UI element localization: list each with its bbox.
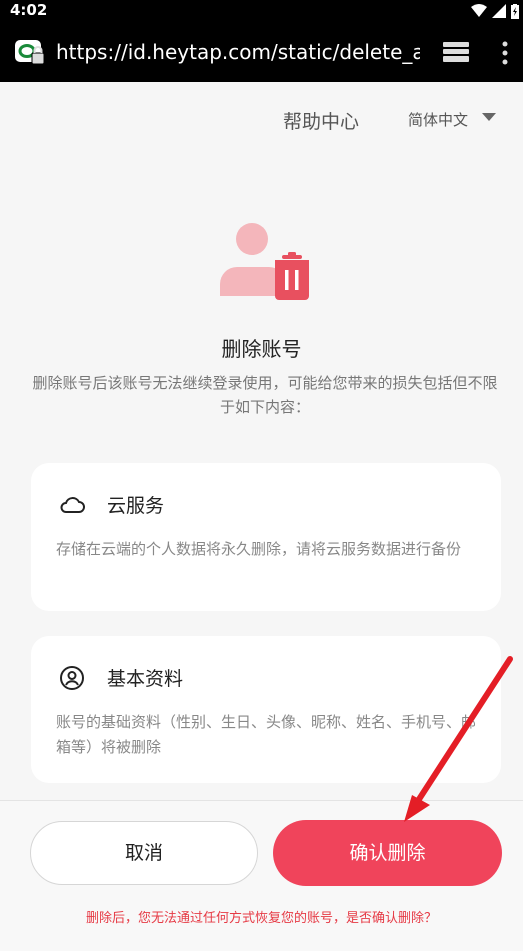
battery-icon [511, 3, 519, 19]
cancel-button[interactable]: 取消 [30, 821, 258, 885]
chevron-down-icon [482, 112, 497, 121]
wifi-icon [471, 4, 487, 17]
page-description: 删除账号后该账号无法继续登录使用，可能给您带来的损失包括但不限于如下内容： [32, 374, 498, 416]
url-text[interactable]: https://id.heytap.com/static/delete_acco [56, 39, 420, 65]
status-icons [471, 3, 519, 19]
status-time: 4:02 [10, 1, 48, 19]
card-header: 云服务 [59, 491, 164, 518]
language-label: 简体中文 [408, 111, 469, 129]
browser-url-bar: https://id.heytap.com/static/delete_acco [0, 22, 523, 82]
bottom-action-bar: 取消 确认删除 删除后，您无法通过任何方式恢复您的账号，是否确认删除？ [0, 800, 523, 951]
confirm-delete-button[interactable]: 确认删除 [273, 820, 502, 886]
signal-icon [492, 4, 506, 18]
delete-account-icon [220, 223, 309, 300]
card-body: 账号的基础资料（性别、生日、头像、昵称、姓名、手机号、邮箱等）将被删除 [56, 713, 477, 756]
delete-warning-text: 删除后，您无法通过任何方式恢复您的账号，是否确认删除？ [85, 911, 437, 926]
card-cloud-service: 云服务 存储在云端的个人数据将永久删除，请将云服务数据进行备份 [31, 463, 501, 611]
card-header: 基本资料 [59, 664, 183, 691]
tabs-icon[interactable] [441, 40, 471, 64]
card-title: 基本资料 [107, 668, 184, 690]
status-bar: 4:02 [0, 0, 523, 22]
language-selector[interactable]: 简体中文 [408, 109, 497, 130]
card-body: 存储在云端的个人数据将永久删除，请将云服务数据进行备份 [56, 540, 462, 558]
page-title: 删除账号 [221, 337, 302, 361]
more-menu-icon[interactable] [500, 40, 510, 66]
card-title: 云服务 [107, 495, 165, 517]
card-basic-info: 基本资料 账号的基础资料（性别、生日、头像、昵称、姓名、手机号、邮箱等）将被删除 [31, 636, 501, 783]
user-circle-icon [60, 665, 84, 690]
secure-lock-icon[interactable] [14, 39, 46, 67]
help-center-link[interactable]: 帮助中心 [283, 107, 359, 134]
cloud-icon [60, 496, 85, 513]
